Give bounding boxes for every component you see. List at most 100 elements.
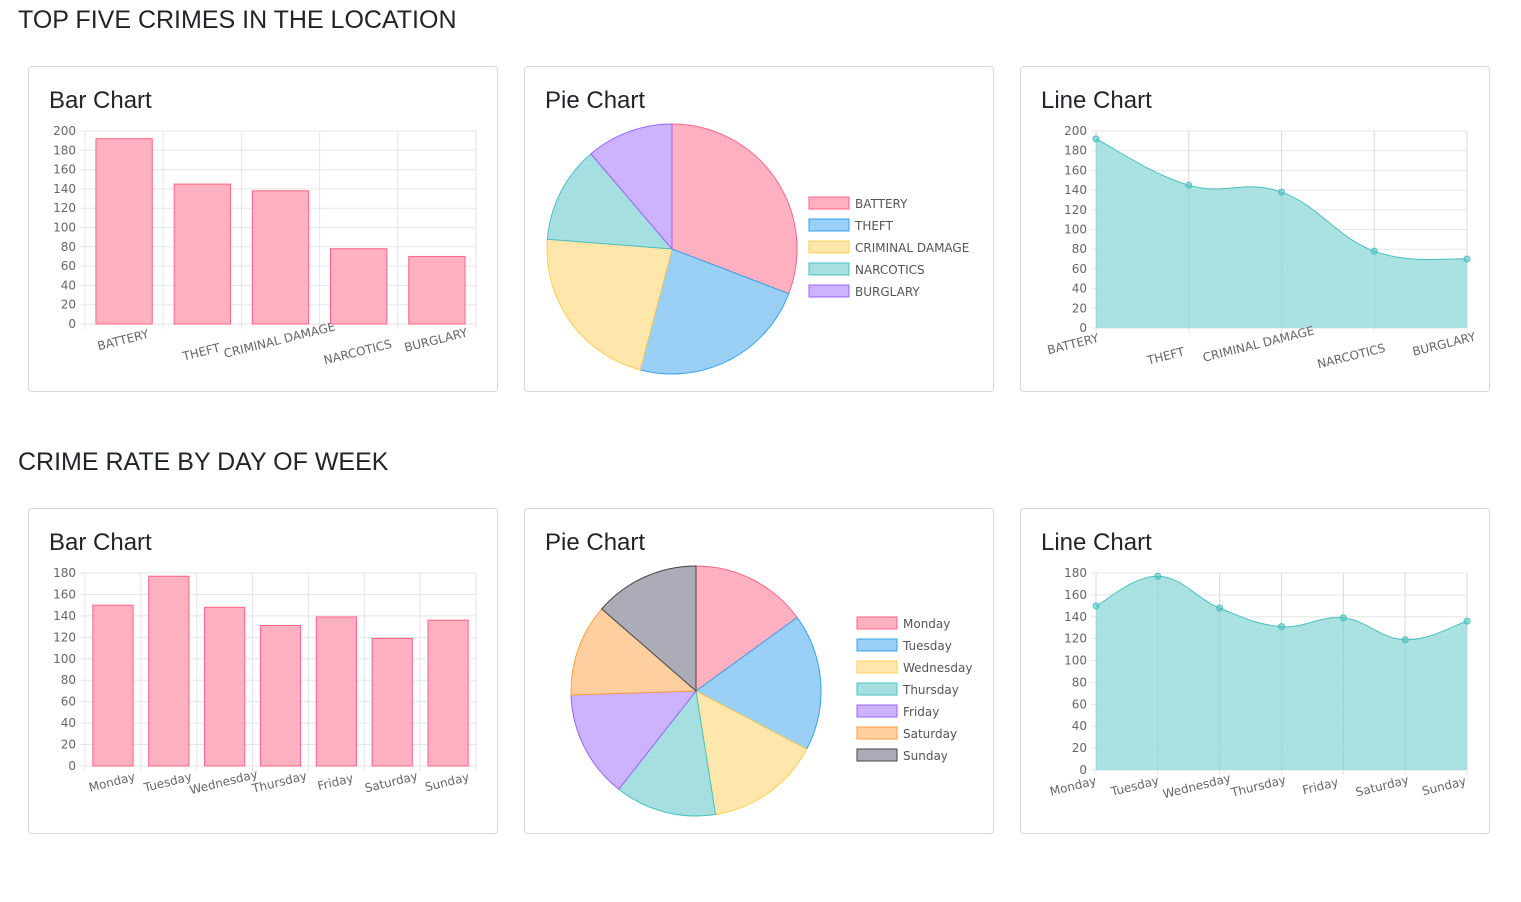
y-tick-label: 140 bbox=[1064, 183, 1087, 197]
point-battery bbox=[1092, 135, 1100, 143]
card-days-pie: Pie Chart Monday Tuesday Wednesday Thursday… bbox=[524, 508, 994, 834]
y-tick-label: 0 bbox=[68, 317, 76, 331]
bar-narcotics bbox=[330, 248, 388, 325]
y-tick-label: 60 bbox=[1072, 697, 1087, 711]
x-tick-label: Thursday bbox=[250, 769, 309, 796]
y-tick-label: 40 bbox=[61, 716, 76, 730]
y-tick-label: 80 bbox=[61, 240, 76, 254]
y-tick-label: 100 bbox=[53, 221, 76, 235]
x-tick-label: Saturday bbox=[363, 769, 419, 796]
bar-thursday bbox=[259, 625, 302, 767]
y-tick-label: 180 bbox=[1064, 144, 1087, 158]
y-tick-label: 20 bbox=[1072, 301, 1087, 315]
bar-monday bbox=[92, 604, 134, 767]
x-tick-label: Sunday bbox=[424, 770, 471, 794]
point-theft bbox=[1185, 181, 1193, 189]
y-tick-label: 120 bbox=[1064, 203, 1087, 217]
legend-label-burglary: BURGLARY bbox=[855, 285, 920, 299]
y-tick-label: 40 bbox=[1072, 282, 1087, 296]
bar-tuesday bbox=[148, 575, 190, 767]
y-tick-label: 140 bbox=[53, 182, 76, 196]
y-tick-label: 80 bbox=[1072, 242, 1087, 256]
legend-label-wednesday: Wednesday bbox=[903, 661, 972, 675]
point-burglary bbox=[1463, 255, 1471, 263]
legend-label-battery: BATTERY bbox=[855, 197, 908, 211]
x-tick-label: NARCOTICS bbox=[322, 337, 393, 367]
bar-friday bbox=[315, 616, 357, 767]
y-tick-label: 200 bbox=[53, 124, 76, 138]
legend-swatch-sunday bbox=[856, 748, 898, 762]
y-tick-label: 180 bbox=[53, 143, 76, 157]
y-tick-label: 60 bbox=[61, 259, 76, 273]
days-pie-chart: Monday Tuesday Wednesday Thursday Friday Satu… bbox=[570, 565, 972, 817]
y-tick-label: 160 bbox=[1064, 588, 1087, 602]
bar-saturday bbox=[371, 637, 413, 767]
card-crimes-bar: Bar Chart 0 20 40 60 80 100 120 140 160 180 200 BAT… bbox=[28, 66, 498, 392]
x-tick-label: BATTERY bbox=[1046, 331, 1101, 357]
y-tick-label: 140 bbox=[53, 609, 76, 623]
x-tick-label: Friday bbox=[316, 771, 355, 793]
y-tick-label: 180 bbox=[1064, 566, 1087, 580]
card-days-bar: Bar Chart 0 20 40 60 80 100 120 140 160 180 Monday… bbox=[28, 508, 498, 834]
legend-swatch-friday bbox=[856, 704, 898, 718]
point-narcotics bbox=[1370, 247, 1378, 255]
y-tick-label: 100 bbox=[53, 652, 76, 666]
x-tick-label: BATTERY bbox=[96, 327, 151, 353]
legend-swatch-narcotics bbox=[808, 262, 850, 276]
legend-label-theft: THEFT bbox=[854, 219, 894, 233]
y-tick-label: 60 bbox=[1072, 262, 1087, 276]
y-tick-label: 160 bbox=[53, 587, 76, 601]
x-tick-label: Tuesday bbox=[141, 769, 193, 795]
card-crimes-line: Line Chart 0 20 40 60 80 100 120 140 160 180 200 BA… bbox=[1020, 66, 1490, 392]
bar-burglary bbox=[408, 255, 466, 325]
x-tick-label: Tuesday bbox=[1109, 773, 1161, 799]
y-tick-label: 160 bbox=[1064, 163, 1087, 177]
crimes-pie-chart: BATTERY THEFT CRIMINAL DAMAGE NARCOTICS BURG… bbox=[546, 123, 969, 375]
x-tick-label: Sunday bbox=[1421, 774, 1468, 798]
y-tick-label: 140 bbox=[1064, 610, 1087, 624]
legend-swatch-theft bbox=[808, 218, 850, 232]
point-monday bbox=[1092, 602, 1100, 610]
bar-theft bbox=[173, 183, 231, 325]
legend-label-thursday: Thursday bbox=[902, 683, 959, 697]
point-wednesday bbox=[1216, 604, 1224, 612]
y-tick-label: 120 bbox=[53, 201, 76, 215]
x-tick-label: Monday bbox=[87, 770, 136, 795]
legend-label-narcotics: NARCOTICS bbox=[855, 263, 925, 277]
x-tick-label: Saturday bbox=[1354, 773, 1410, 800]
bar-wednesday bbox=[204, 606, 246, 767]
legend-label-criminal-damage: CRIMINAL DAMAGE bbox=[855, 241, 969, 255]
x-tick-label: Wednesday bbox=[1161, 771, 1232, 801]
legend-swatch-battery bbox=[808, 196, 850, 210]
legend-swatch-burglary bbox=[808, 284, 850, 298]
section-title-top-crimes: TOP FIVE CRIMES IN THE LOCATION bbox=[18, 6, 457, 34]
card-crimes-pie: Pie Chart BATTERY THEFT CRIMINAL DAMAGE NAR… bbox=[524, 66, 994, 392]
point-friday bbox=[1339, 614, 1347, 622]
y-tick-label: 40 bbox=[61, 278, 76, 292]
legend-label-friday: Friday bbox=[903, 705, 939, 719]
point-sunday bbox=[1463, 617, 1471, 625]
legend-label-saturday: Saturday bbox=[903, 727, 957, 741]
crimes-line-chart: 020406080100120140160180200BATTERY THEFT C… bbox=[1046, 124, 1478, 371]
x-tick-label: BURGLARY bbox=[1411, 329, 1478, 358]
legend-swatch-saturday bbox=[856, 726, 898, 740]
point-saturday bbox=[1401, 636, 1409, 644]
y-tick-label: 120 bbox=[1064, 632, 1087, 646]
legend-swatch-tuesday bbox=[856, 638, 898, 652]
y-tick-label: 20 bbox=[1072, 741, 1087, 755]
y-tick-label: 80 bbox=[61, 673, 76, 687]
legend-swatch-monday bbox=[856, 616, 898, 630]
y-tick-label: 20 bbox=[61, 738, 76, 752]
y-tick-label: 80 bbox=[1072, 675, 1087, 689]
crimes-bar-chart: 0 20 40 60 80 100 120 140 160 180 200 BATTERY THEFT C… bbox=[53, 124, 477, 367]
bar-sunday bbox=[427, 619, 469, 767]
x-tick-label: THEFT bbox=[180, 341, 222, 364]
legend-label-sunday: Sunday bbox=[903, 749, 948, 763]
x-tick-label: THEFT bbox=[1145, 345, 1187, 368]
point-criminal-damage bbox=[1278, 188, 1285, 196]
x-tick-label: Thursday bbox=[1229, 773, 1288, 800]
legend-swatch-criminal-damage bbox=[808, 240, 850, 254]
bar-criminal-damage bbox=[251, 190, 310, 325]
y-tick-label: 20 bbox=[61, 298, 76, 312]
x-tick-label: BURGLARY bbox=[403, 325, 470, 354]
